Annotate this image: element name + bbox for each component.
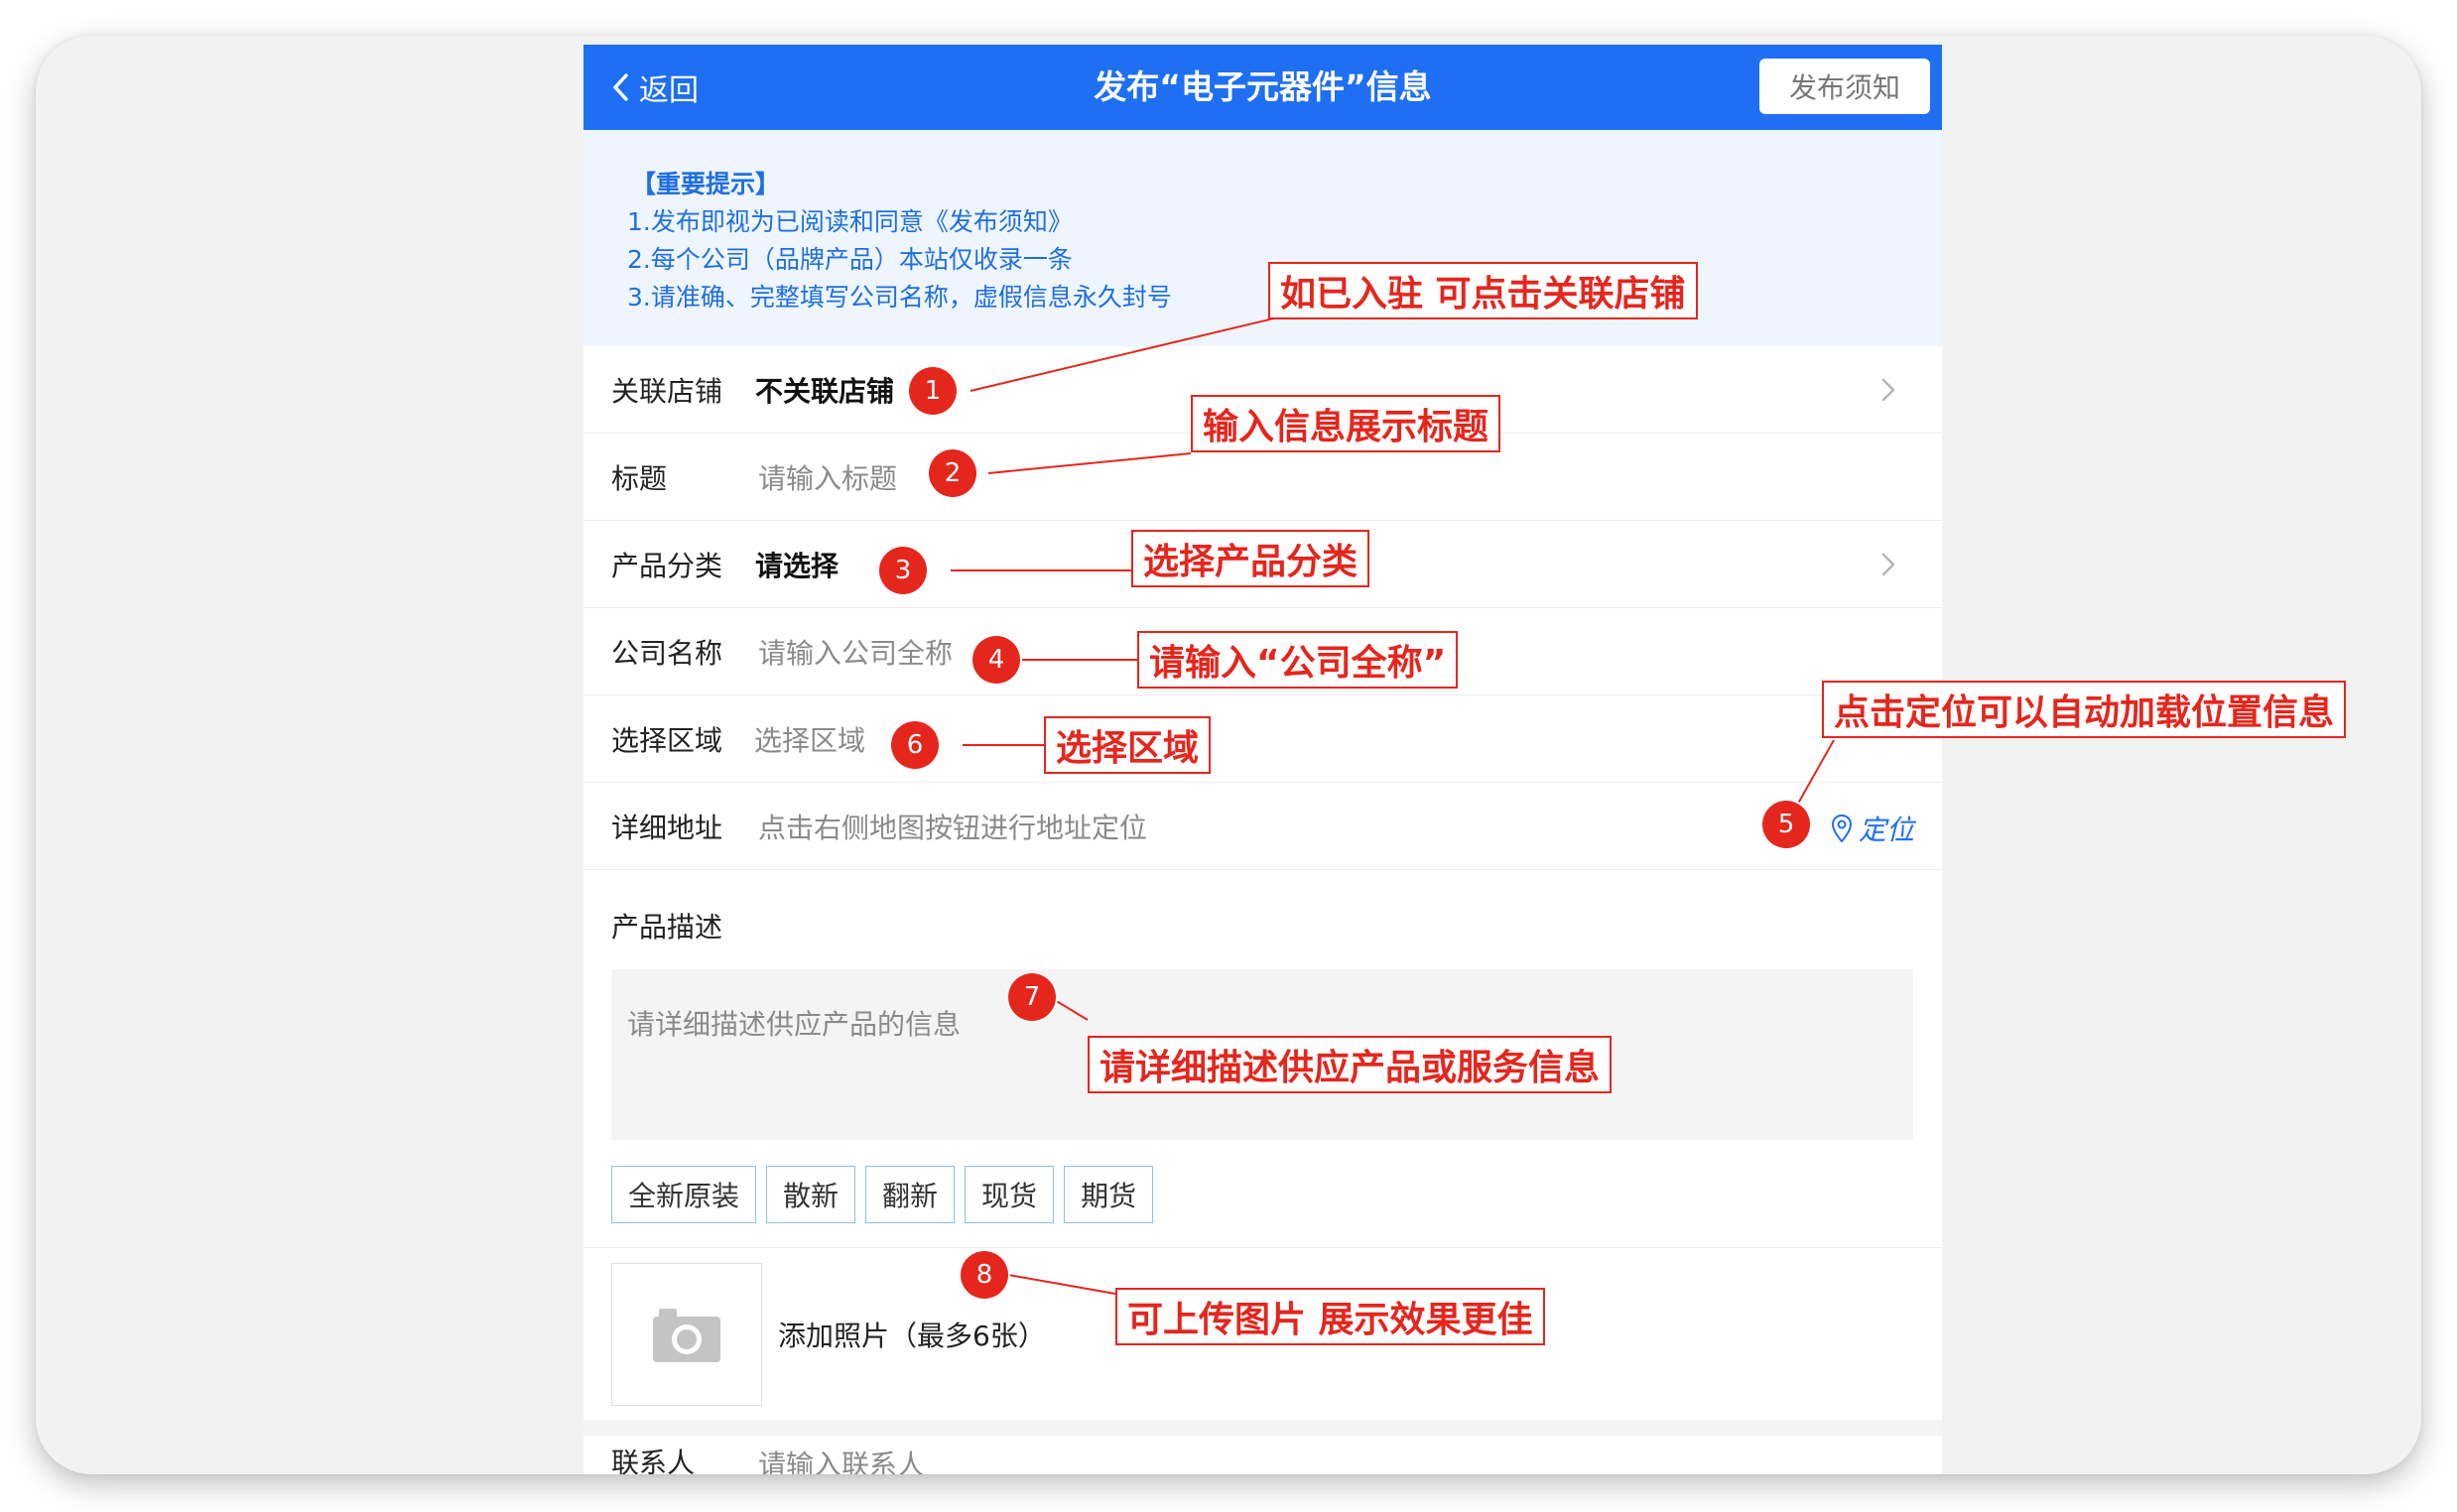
chevron-right-icon — [1881, 553, 1895, 576]
annotation-callout: 输入信息展示标题 — [1191, 395, 1501, 452]
category-label: 产品分类 — [611, 549, 723, 582]
annotation-badge: 5 — [1762, 801, 1810, 848]
tag-group: 全新原装 散新 翻新 现货 期货 — [611, 1166, 1154, 1223]
contact-label: 联系人 — [611, 1447, 696, 1474]
annotation-badge: 2 — [929, 449, 976, 497]
notice-line: 1.发布即视为已阅读和同意《发布须知》 — [627, 207, 1073, 236]
back-label: 返回 — [639, 73, 699, 108]
shop-label: 关联店铺 — [611, 374, 723, 408]
locate-label: 定位 — [1858, 814, 1914, 846]
annotation-badge: 1 — [909, 367, 957, 415]
nav-bar: 返回 发布“电子元器件”信息 发布须知 — [583, 45, 1942, 130]
screenshot-frame: 返回 发布“电子元器件”信息 发布须知 【重要提示】 1.发布即视为已阅读和同意… — [36, 36, 2421, 1474]
company-label: 公司名称 — [611, 636, 723, 670]
category-select: 请选择 — [755, 549, 840, 582]
annotation-badge: 7 — [1008, 973, 1056, 1021]
company-input[interactable]: 请输入公司全称 — [758, 632, 953, 672]
address-label: 详细地址 — [611, 811, 723, 844]
form-page: 返回 发布“电子元器件”信息 发布须知 【重要提示】 1.发布即视为已阅读和同意… — [583, 45, 1942, 1474]
add-photo-label: 添加照片（最多6张） — [778, 1320, 1046, 1352]
contact-input[interactable]: 请输入联系人 — [758, 1444, 925, 1474]
title-label: 标题 — [611, 461, 668, 495]
title-input[interactable]: 请输入标题 — [758, 457, 897, 497]
tag-brand-new[interactable]: 全新原装 — [611, 1166, 757, 1223]
annotation-callout: 如已入驻 可点击关联店铺 — [1268, 262, 1698, 319]
region-label: 选择区域 — [611, 723, 723, 757]
annotation-badge: 6 — [891, 721, 939, 769]
address-row: 详细地址 点击右侧地图按钮进行地址定位 定位 — [583, 783, 1942, 870]
notice-title: 【重要提示】 — [631, 170, 781, 198]
notice-button[interactable]: 发布须知 — [1759, 59, 1930, 114]
annotation-callout: 点击定位可以自动加载位置信息 — [1822, 681, 2347, 738]
tag-refurbished[interactable]: 翻新 — [865, 1166, 956, 1223]
location-pin-icon — [1831, 814, 1852, 843]
shop-value: 不关联店铺 — [755, 374, 895, 408]
section-gap — [583, 1420, 1942, 1436]
region-select: 选择区域 — [754, 723, 866, 757]
page-title: 发布“电子元器件”信息 — [1094, 67, 1432, 106]
back-button[interactable]: 返回 — [611, 45, 699, 130]
annotation-callout: 选择区域 — [1044, 716, 1212, 774]
important-notice: 【重要提示】 1.发布即视为已阅读和同意《发布须知》 2.每个公司（品牌产品）本… — [583, 130, 1942, 346]
annotation-badge: 8 — [961, 1251, 1008, 1299]
annotation-badge: 3 — [879, 547, 927, 594]
annotation-badge: 4 — [972, 636, 1020, 684]
region-row[interactable]: 选择区域 选择区域 — [583, 695, 1942, 783]
annotation-callout: 选择产品分类 — [1131, 530, 1370, 587]
annotation-callout: 可上传图片 展示效果更佳 — [1115, 1288, 1545, 1345]
camera-icon — [653, 1309, 720, 1362]
chevron-right-icon — [1881, 378, 1895, 402]
locate-button[interactable]: 定位 — [1831, 809, 1914, 848]
annotation-callout: 请输入“公司全称” — [1137, 631, 1459, 689]
description-label: 产品描述 — [611, 911, 723, 944]
tag-in-stock[interactable]: 现货 — [965, 1166, 1055, 1223]
tag-loose-new[interactable]: 散新 — [766, 1166, 856, 1223]
divider — [583, 1247, 1942, 1248]
annotation-callout: 请详细描述供应产品或服务信息 — [1088, 1036, 1613, 1093]
address-input[interactable]: 点击右侧地图按钮进行地址定位 — [758, 807, 1147, 846]
add-photo-button[interactable] — [611, 1263, 762, 1406]
tag-futures[interactable]: 期货 — [1064, 1166, 1154, 1223]
chevron-left-icon — [613, 73, 628, 101]
